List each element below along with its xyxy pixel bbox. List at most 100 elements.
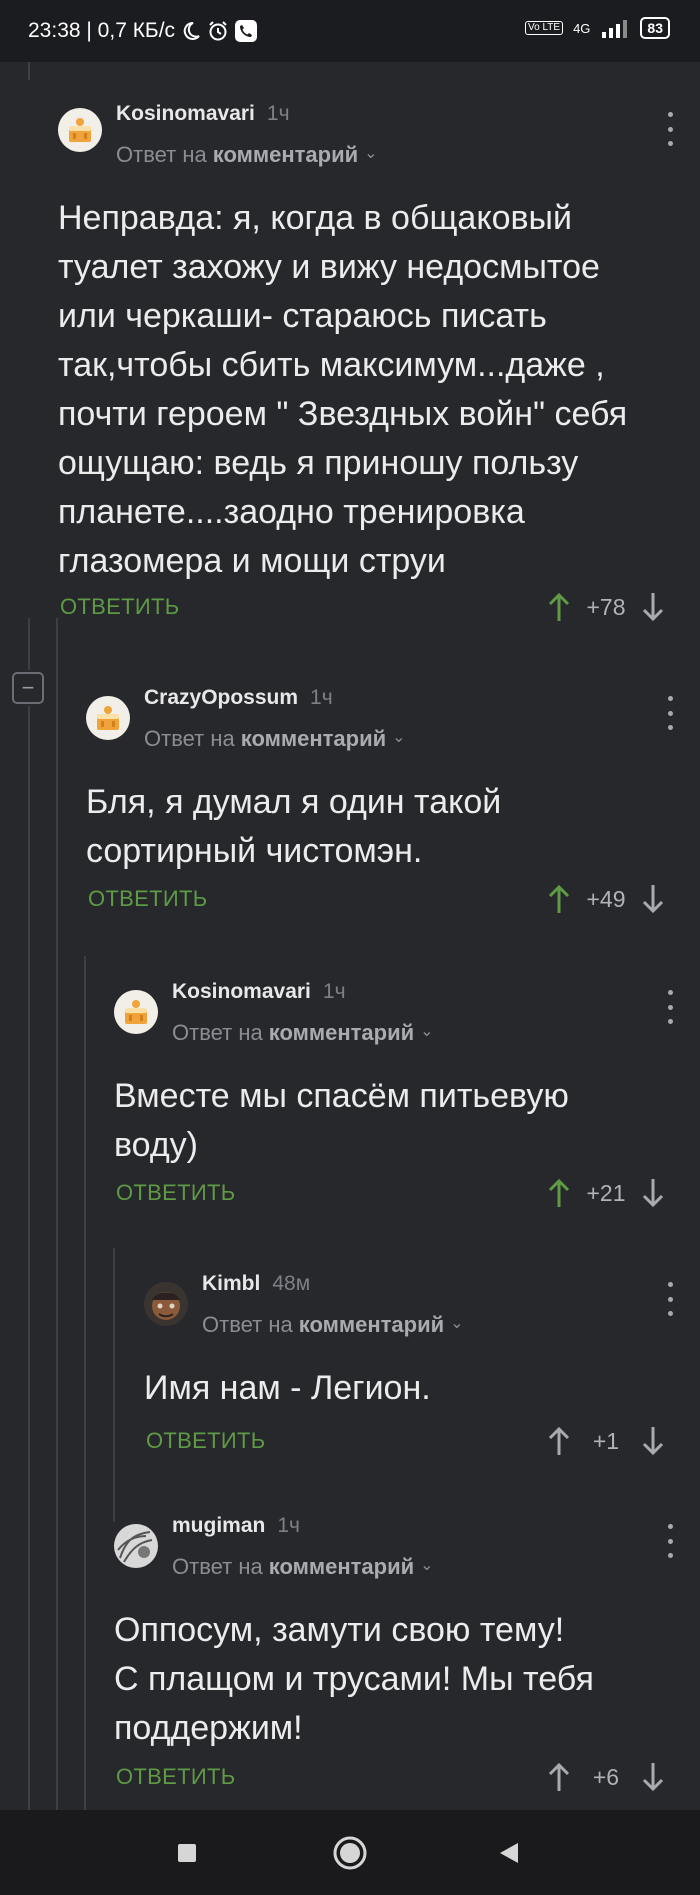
rating: +1 bbox=[548, 1424, 664, 1458]
reply-to-link[interactable]: Ответ на комментарий ⌄ bbox=[172, 1020, 434, 1046]
comment: mugiman 1ч Ответ на комментарий ⌄ Оппосу… bbox=[114, 1514, 678, 1814]
comment-line: планете....заодно тренировка bbox=[58, 493, 525, 531]
comment-line: почти героем " Звездных войн" себя bbox=[58, 395, 628, 433]
comment-text: Бля, я думал я один такой сортирный чист… bbox=[86, 778, 501, 876]
comment-time: 1ч bbox=[277, 1514, 300, 1537]
reply-target: комментарий bbox=[212, 142, 359, 167]
rating: +78 bbox=[548, 590, 664, 624]
downvote-arrow-icon[interactable] bbox=[642, 884, 664, 914]
thread-line bbox=[56, 618, 58, 1810]
reply-to-link[interactable]: Ответ на комментарий ⌄ bbox=[172, 1554, 434, 1580]
comment-actions: ОТВЕТИТЬ +6 bbox=[116, 1760, 680, 1794]
comment-time: 1ч bbox=[322, 980, 346, 1003]
minus-icon: − bbox=[21, 675, 35, 700]
comment-score: +49 bbox=[586, 885, 626, 912]
upvote-arrow-icon[interactable] bbox=[548, 1762, 570, 1792]
comment-actions: ОТВЕТИТЬ +78 bbox=[60, 590, 680, 624]
comment-line: глазомера и мощи струи bbox=[58, 542, 446, 580]
comment: Kosinomavari 1ч Ответ на комментарий ⌄ В… bbox=[114, 980, 678, 1270]
author-name[interactable]: Kosinomavari bbox=[172, 980, 311, 1004]
comment: Kosinomavari 1ч Ответ на комментарий ⌄ Н… bbox=[58, 102, 678, 622]
comment: Kimbl 48м Ответ на комментарий ⌄ Имя нам… bbox=[144, 1272, 678, 1512]
status-bar: 23:38 | 0,7 КБ/с Vo LTE 4G 83 bbox=[0, 0, 700, 62]
comment-score: +21 bbox=[586, 1179, 626, 1206]
reply-target: комментарий bbox=[268, 1020, 415, 1045]
author-name[interactable]: Kosinomavari bbox=[116, 102, 255, 126]
circle-home-icon[interactable] bbox=[329, 1832, 371, 1874]
comment-header: Kimbl 48м bbox=[202, 1272, 310, 1296]
upvote-arrow-icon[interactable] bbox=[548, 1426, 570, 1456]
reply-to-link[interactable]: Ответ на комментарий ⌄ bbox=[116, 142, 378, 168]
thread-line bbox=[84, 956, 86, 1810]
comment-actions: ОТВЕТИТЬ +1 bbox=[146, 1424, 680, 1458]
sketch-avatar-icon[interactable] bbox=[114, 1524, 158, 1568]
reply-button[interactable]: ОТВЕТИТЬ bbox=[146, 1428, 265, 1454]
upvote-arrow-icon[interactable] bbox=[548, 1178, 570, 1208]
status-left: 23:38 | 0,7 КБ/с bbox=[28, 19, 258, 43]
system-nav-bar bbox=[0, 1810, 700, 1895]
reply-to-link[interactable]: Ответ на комментарий ⌄ bbox=[144, 726, 406, 752]
comment-line: туалет захожу и вижу недосмытое bbox=[58, 248, 600, 286]
reply-button[interactable]: ОТВЕТИТЬ bbox=[116, 1180, 235, 1206]
square-icon[interactable] bbox=[166, 1832, 208, 1874]
upvote-arrow-icon[interactable] bbox=[548, 592, 570, 622]
reply-button[interactable]: ОТВЕТИТЬ bbox=[60, 594, 179, 620]
comment: CrazyOpossum 1ч Ответ на комментарий ⌄ Б… bbox=[86, 686, 678, 976]
comment-time: 48м bbox=[272, 1272, 311, 1295]
comment-thread: − Kosinomavari 1ч Ответ на комментарий ⌄… bbox=[0, 62, 700, 1810]
back-triangle-icon[interactable] bbox=[488, 1832, 530, 1874]
comment-line: сортирный чистомэн. bbox=[86, 832, 423, 870]
rating: +6 bbox=[548, 1760, 664, 1794]
cake-avatar-icon[interactable] bbox=[114, 990, 158, 1034]
comment-header: Kosinomavari 1ч bbox=[116, 102, 290, 126]
comment-score: +1 bbox=[592, 1427, 620, 1454]
chevron-down-icon: ⌄ bbox=[392, 729, 406, 746]
signal-icon bbox=[600, 18, 630, 38]
reply-button[interactable]: ОТВЕТИТЬ bbox=[88, 886, 207, 912]
more-menu-icon[interactable] bbox=[658, 696, 682, 730]
comment-actions: ОТВЕТИТЬ +21 bbox=[116, 1176, 680, 1210]
comment-text: Неправда: я, когда в общаковый туалет за… bbox=[58, 194, 627, 586]
cake-avatar-icon[interactable] bbox=[86, 696, 130, 740]
downvote-arrow-icon[interactable] bbox=[642, 1762, 664, 1792]
cake-avatar-icon[interactable] bbox=[58, 108, 102, 152]
reply-prefix: Ответ на bbox=[172, 1554, 263, 1579]
more-menu-icon[interactable] bbox=[658, 990, 682, 1024]
comment-header: mugiman 1ч bbox=[172, 1514, 300, 1538]
more-menu-icon[interactable] bbox=[658, 1282, 682, 1316]
reply-button[interactable]: ОТВЕТИТЬ bbox=[116, 1764, 235, 1790]
comment-line: воду) bbox=[114, 1126, 199, 1164]
more-menu-icon[interactable] bbox=[658, 112, 682, 146]
reply-to-link[interactable]: Ответ на комментарий ⌄ bbox=[202, 1312, 464, 1338]
author-name[interactable]: CrazyOpossum bbox=[144, 686, 298, 710]
comment-line: С плащом и трусами! Мы тебя bbox=[114, 1660, 594, 1698]
reply-prefix: Ответ на bbox=[172, 1020, 263, 1045]
collapse-thread-button[interactable]: − bbox=[12, 672, 44, 704]
thread-line bbox=[28, 618, 30, 670]
chevron-down-icon: ⌄ bbox=[420, 1557, 434, 1574]
more-menu-icon[interactable] bbox=[658, 1524, 682, 1558]
author-name[interactable]: mugiman bbox=[172, 1514, 265, 1538]
downvote-arrow-icon[interactable] bbox=[642, 1178, 664, 1208]
rating: +21 bbox=[548, 1176, 664, 1210]
author-name[interactable]: Kimbl bbox=[202, 1272, 260, 1296]
comment-header: Kosinomavari 1ч bbox=[172, 980, 346, 1004]
face-avatar-icon[interactable] bbox=[144, 1282, 188, 1326]
comment-header: CrazyOpossum 1ч bbox=[144, 686, 333, 710]
comment-line: поддержим! bbox=[114, 1709, 303, 1747]
thread-line bbox=[113, 1248, 115, 1522]
comment-line: Оппосум, замути свою тему! bbox=[114, 1611, 565, 1649]
comment-line: Имя нам - Легион. bbox=[144, 1369, 431, 1407]
downvote-arrow-icon[interactable] bbox=[642, 592, 664, 622]
comment-line: Неправда: я, когда в общаковый bbox=[58, 199, 572, 237]
reply-target: комментарий bbox=[268, 1554, 415, 1579]
comment-line: Бля, я думал я один такой bbox=[86, 783, 502, 821]
battery-indicator: 83 bbox=[640, 17, 670, 39]
reply-prefix: Ответ на bbox=[116, 142, 207, 167]
status-right: Vo LTE 4G 83 bbox=[525, 17, 670, 39]
downvote-arrow-icon[interactable] bbox=[642, 1426, 664, 1456]
upvote-arrow-icon[interactable] bbox=[548, 884, 570, 914]
comment-score: +6 bbox=[592, 1763, 620, 1790]
reply-target: комментарий bbox=[298, 1312, 445, 1337]
comment-text: Оппосум, замути свою тему! С плащом и тр… bbox=[114, 1606, 594, 1753]
